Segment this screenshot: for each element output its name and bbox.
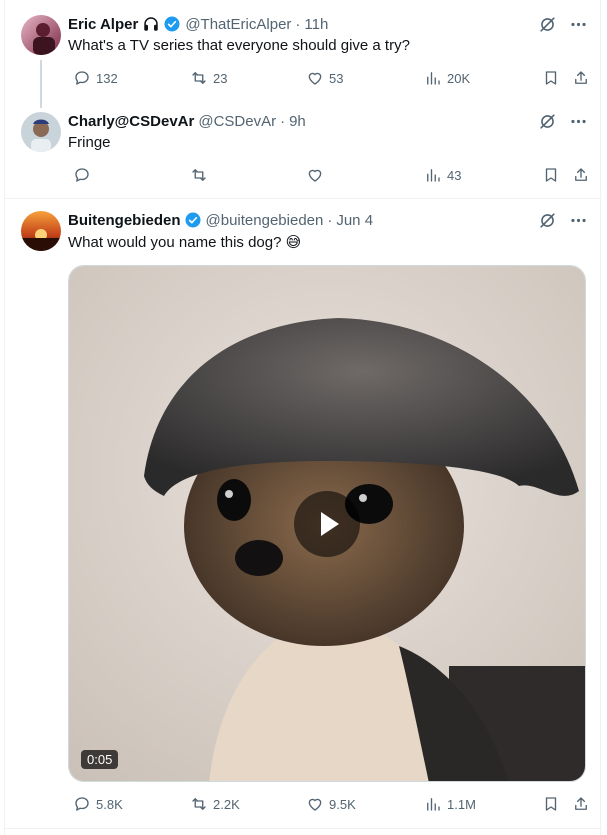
repost-icon [192,798,206,810]
views-chart-icon [427,798,440,811]
verified-badge-icon [164,16,180,32]
reply-button[interactable] [73,166,96,184]
post-text: What would you name this dog? 😅 [68,234,302,251]
share-icon [575,71,587,84]
view-count: 20K [447,70,471,86]
reply-button[interactable]: 132 [73,69,118,87]
video-player[interactable]: 0:05 [68,265,586,782]
share-button[interactable] [572,795,590,813]
bookmark-button[interactable] [542,795,560,813]
post-divider [5,828,602,829]
repost-button[interactable]: 23 [190,69,227,87]
views-button[interactable]: 1.1M [424,795,476,813]
bookmark-icon [545,71,557,85]
views-button[interactable]: 43 [424,166,461,184]
reply-count: 132 [96,70,118,86]
separator: · [280,112,286,130]
bookmark-icon [545,797,557,811]
post-header: Buitengebieden @buitengebieden · Jun 4 [68,210,373,230]
post-actions: 43 [68,166,590,186]
reply-count: 5.8K [96,796,123,812]
verified-badge-icon [185,212,201,228]
separator: · [295,15,301,33]
post-top-icons [538,112,588,131]
post-charly[interactable]: Charly@CSDevAr @CSDevAr · 9h Fringe 43 [5,100,602,198]
views-chart-icon [427,72,440,85]
repost-button[interactable]: 2.2K [190,795,240,813]
heart-icon [308,72,322,85]
post-time[interactable]: 9h [289,113,306,130]
reply-icon [75,797,89,811]
like-count: 53 [329,70,344,86]
repost-icon [192,72,206,84]
view-count: 1.1M [447,796,476,812]
like-button[interactable] [306,166,329,184]
view-count: 43 [447,167,462,183]
more-options-icon[interactable] [569,112,588,131]
timeline-feed: Eric Alper @ThatEricAlper · 11h What's a… [4,0,602,835]
user-handle[interactable]: @CSDevAr [198,113,276,130]
repost-count: 23 [213,70,228,86]
post-top-icons [538,211,588,230]
display-name[interactable]: Eric Alper [68,16,138,33]
avatar[interactable] [21,211,61,251]
views-button[interactable]: 20K [424,69,470,87]
display-name[interactable]: Charly@CSDevAr [68,113,194,130]
post-top-icons [538,15,588,34]
heart-icon [308,169,322,182]
user-handle[interactable]: @ThatEricAlper [185,16,291,33]
share-button[interactable] [572,166,590,184]
bookmark-button[interactable] [542,69,560,87]
repost-count: 2.2K [213,796,240,812]
user-handle[interactable]: @buitengebieden [206,212,324,229]
views-chart-icon [427,169,440,182]
post-actions: 5.8K 2.2K 9.5K 1.1M [68,795,590,815]
more-options-icon[interactable] [569,211,588,230]
post-header: Charly@CSDevAr @CSDevAr · 9h [68,111,306,131]
post-text: What's a TV series that everyone should … [68,37,410,54]
avatar[interactable] [21,112,61,152]
play-button[interactable] [294,491,360,557]
grok-icon[interactable] [538,15,557,34]
post-time[interactable]: Jun 4 [336,212,373,229]
bookmark-icon [545,168,557,182]
heart-icon [308,798,322,811]
avatar[interactable] [21,15,61,55]
headphones-icon [144,17,159,31]
repost-button[interactable] [190,166,213,184]
reply-icon [75,71,89,85]
display-name[interactable]: Buitengebieden [68,212,181,229]
repost-icon [192,169,206,181]
share-button[interactable] [572,69,590,87]
reply-button[interactable]: 5.8K [73,795,123,813]
like-count: 9.5K [329,796,356,812]
post-text: Fringe [68,134,111,151]
reply-icon [75,168,89,182]
grok-icon[interactable] [538,112,557,131]
post-actions: 132 23 53 20K [68,69,590,89]
post-time[interactable]: 11h [304,16,328,33]
grok-icon[interactable] [538,211,557,230]
separator: · [327,211,333,229]
like-button[interactable]: 9.5K [306,795,356,813]
share-icon [575,797,587,810]
more-options-icon[interactable] [569,15,588,34]
share-icon [575,168,587,181]
post-header: Eric Alper @ThatEricAlper · 11h [68,14,328,34]
like-button[interactable]: 53 [306,69,343,87]
video-duration: 0:05 [81,750,119,769]
post-eric-alper[interactable]: Eric Alper @ThatEricAlper · 11h What's a… [5,0,602,100]
bookmark-button[interactable] [542,166,560,184]
